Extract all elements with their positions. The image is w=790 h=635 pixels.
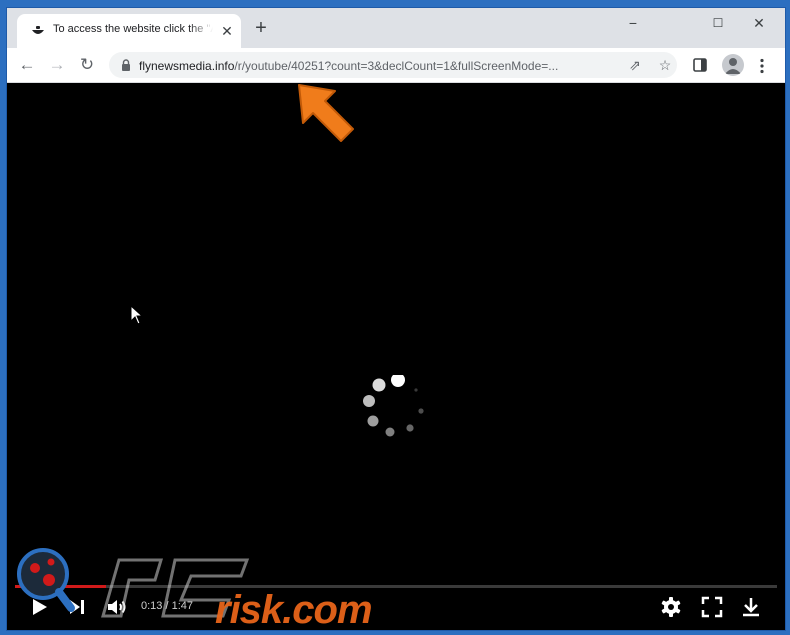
url-host: flynewsmedia.info (139, 59, 235, 73)
maximize-icon[interactable]: ☐ (703, 12, 733, 34)
loading-spinner-icon (363, 375, 424, 437)
browser-window: To access the website click the "Allow" … (6, 7, 786, 631)
close-icon[interactable]: ✕ (219, 23, 235, 39)
minimize-icon[interactable]: − (618, 12, 648, 34)
tab-strip: To access the website click the "Allow" … (7, 8, 785, 48)
window-close-icon[interactable]: ✕ (744, 12, 774, 34)
mouse-cursor-icon (130, 305, 144, 325)
sidepanel-icon[interactable] (693, 58, 707, 72)
arrow-pointer-icon (298, 84, 354, 142)
reload-icon[interactable]: ↻ (75, 53, 99, 77)
active-tab[interactable]: To access the website click the "Allow" … (17, 14, 241, 48)
favicon-icon (32, 26, 44, 34)
url-path: /r/youtube/40251?count=3&declCount=1&ful… (234, 59, 559, 73)
menu-icon[interactable] (759, 58, 765, 74)
back-icon[interactable]: ← (15, 53, 39, 77)
tab-title: To access the website click the "Allow" … (53, 23, 213, 35)
plus-icon[interactable]: + (251, 18, 271, 38)
settings-icon[interactable] (659, 595, 683, 619)
avatar-icon[interactable] (722, 54, 744, 76)
url-text: flynewsmedia.info/r/youtube/40251?count=… (139, 58, 617, 74)
download-icon[interactable] (739, 595, 763, 619)
lock-icon (122, 59, 130, 71)
fullscreen-icon[interactable] (700, 595, 724, 619)
toolbar: ← → ↻ flynewsmedia.info/r/youtube/40251?… (7, 48, 785, 83)
watermark-text: risk.com (215, 588, 373, 631)
address-bar[interactable]: flynewsmedia.info/r/youtube/40251?count=… (109, 52, 677, 78)
share-icon[interactable]: ⇗ (625, 55, 645, 75)
forward-icon[interactable]: → (45, 53, 69, 77)
star-icon[interactable]: ☆ (655, 55, 675, 75)
